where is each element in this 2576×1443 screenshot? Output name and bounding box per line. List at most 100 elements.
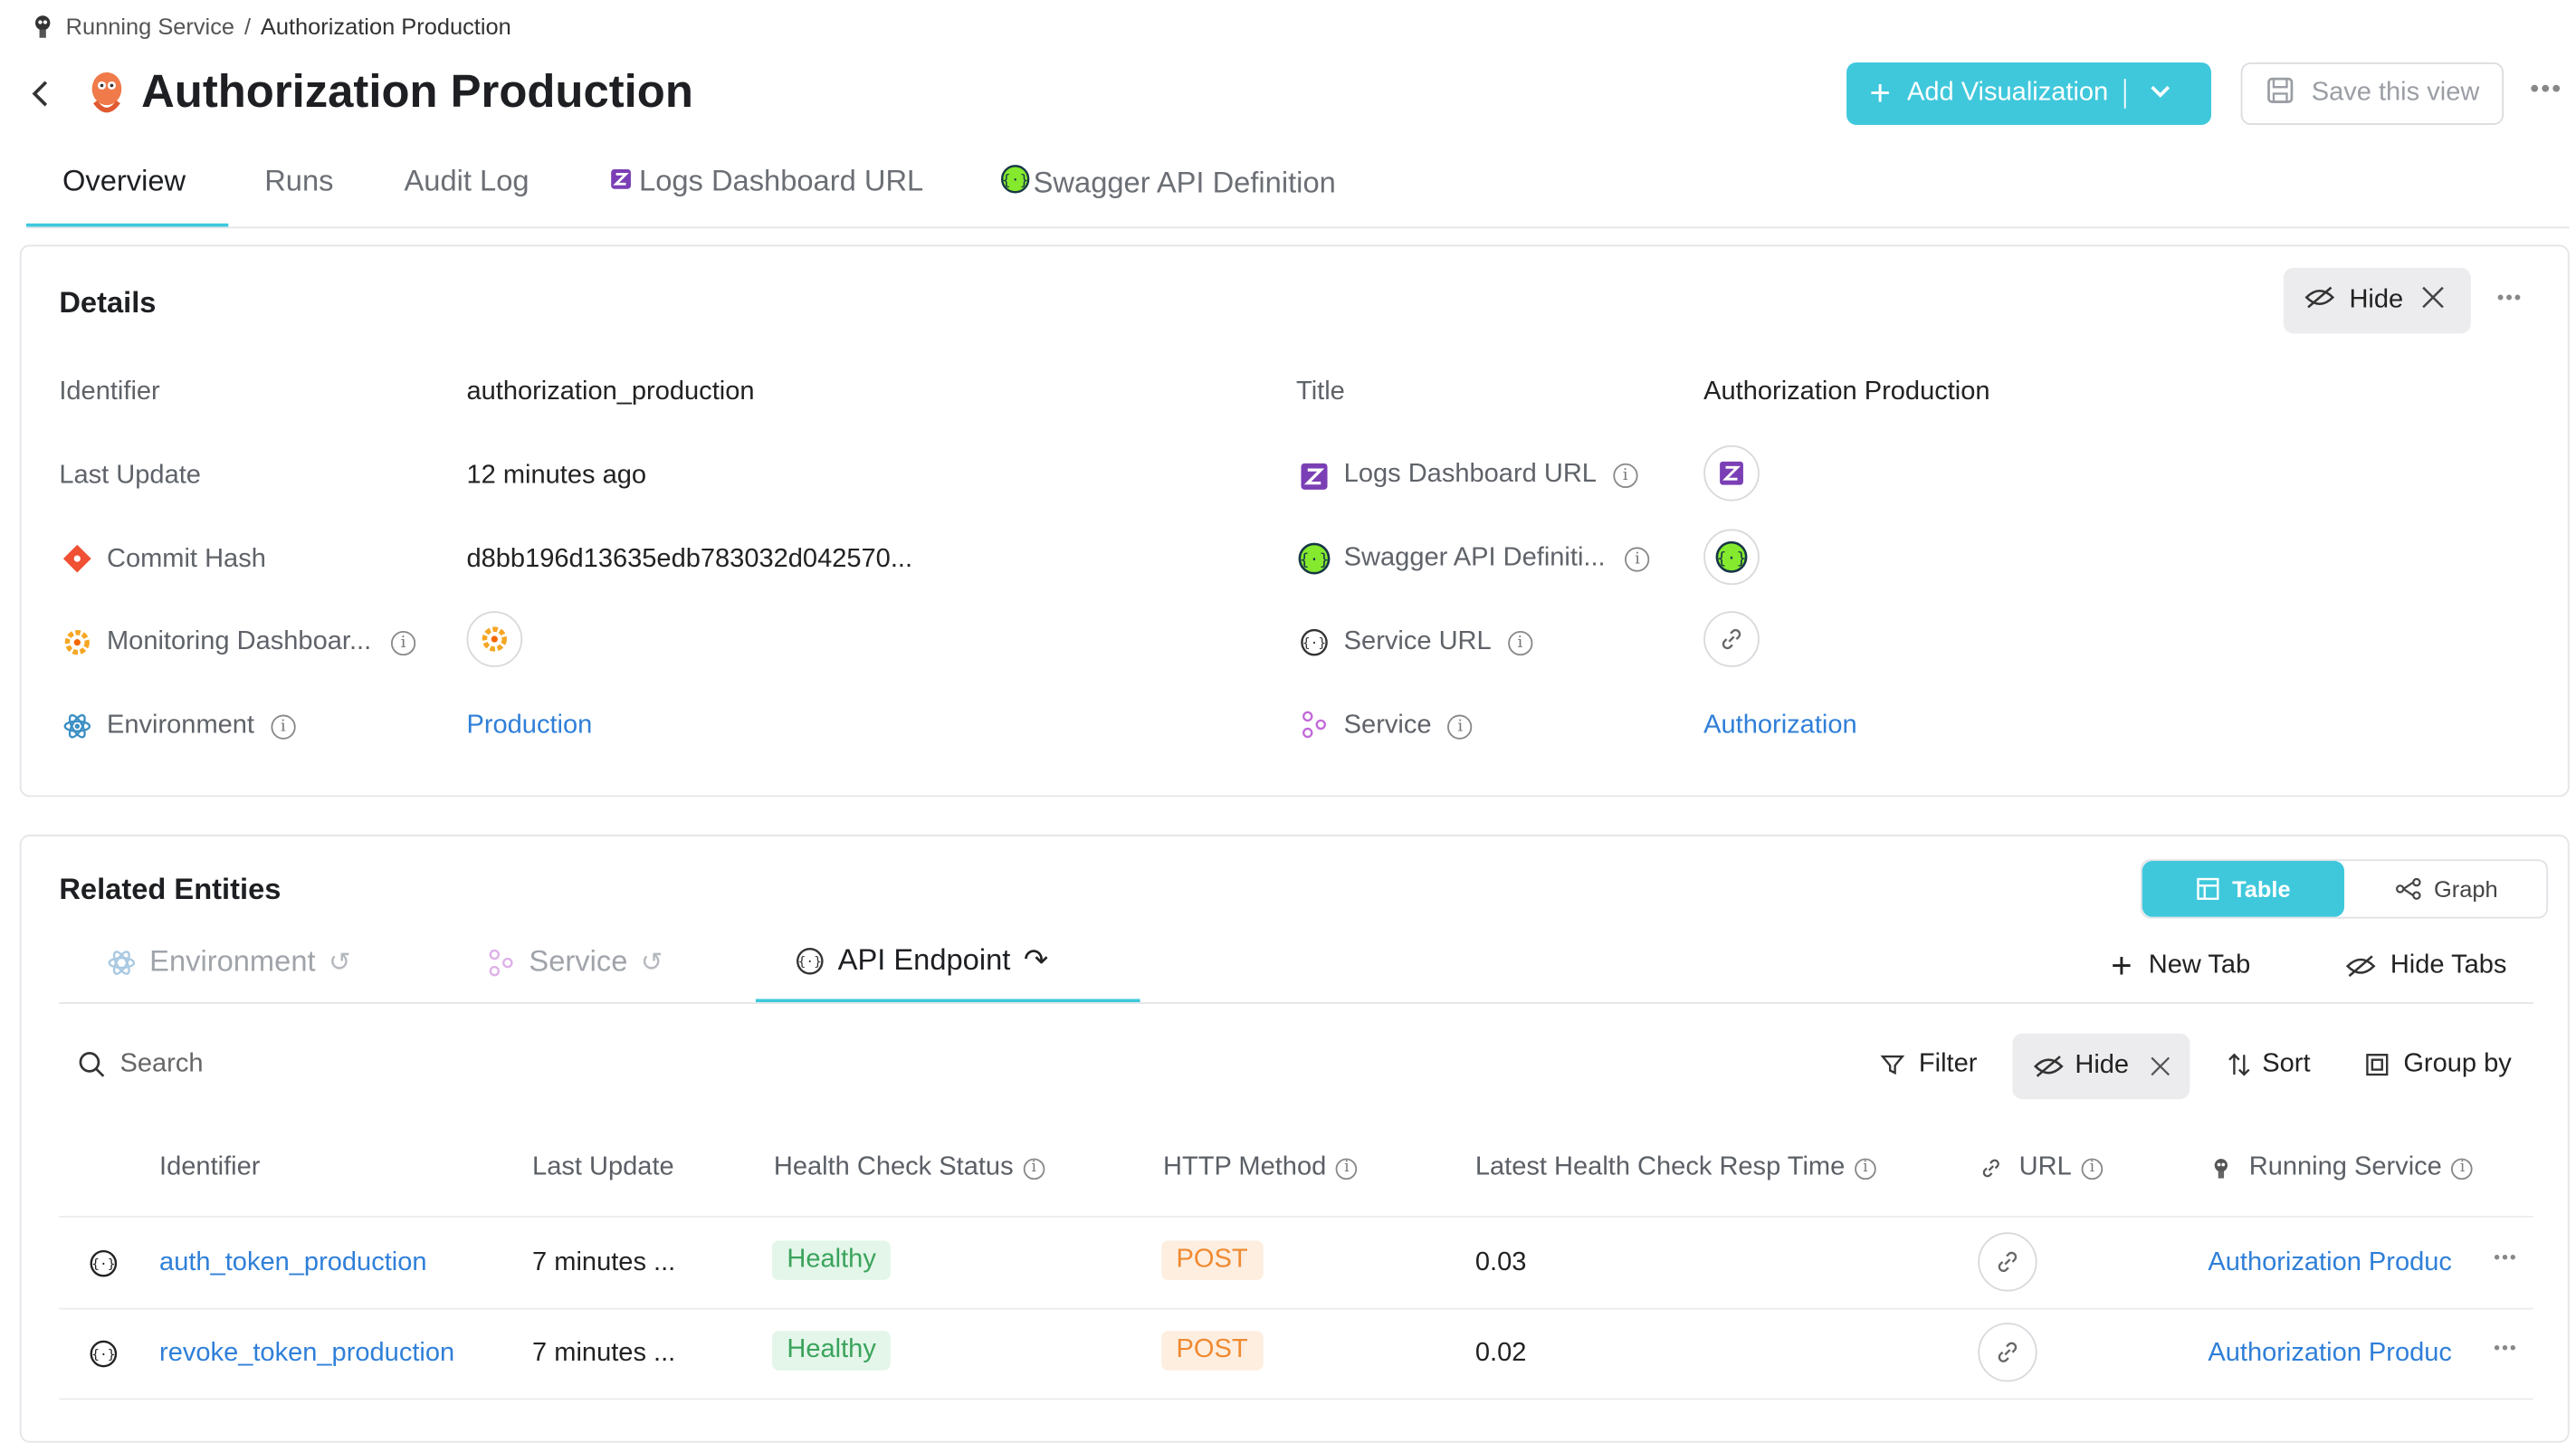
field-service-link[interactable]: Authorization <box>1703 712 1857 741</box>
git-icon <box>62 544 92 582</box>
environment-icon <box>108 950 136 974</box>
row-identifier-link[interactable]: auth_token_production <box>159 1248 426 1278</box>
close-icon[interactable] <box>2149 1055 2171 1077</box>
monitoring-dashboard-button[interactable] <box>466 611 523 667</box>
field-last-update-value: 12 minutes ago <box>466 462 647 490</box>
related-tabs-divider <box>59 1002 2533 1004</box>
swagger-button[interactable]: {·} <box>1703 529 1760 586</box>
chevron-down-icon[interactable] <box>2150 79 2172 109</box>
method-badge: POST <box>1161 1331 1263 1371</box>
col-running-service[interactable]: Running Service i <box>2209 1153 2474 1183</box>
tab-runs[interactable]: Runs <box>264 165 333 199</box>
tab-audit-log[interactable]: Audit Log <box>404 165 529 199</box>
swagger-icon: {·} <box>1000 165 1030 203</box>
link-icon <box>1998 1342 2018 1362</box>
info-icon[interactable]: i <box>1855 1157 1876 1180</box>
details-title: Details <box>59 285 157 320</box>
row-identifier-link[interactable]: revoke_token_production <box>159 1339 454 1369</box>
service-icon <box>489 948 513 976</box>
related-tab-api-endpoint[interactable]: {·} API Endpoint ↷ <box>795 943 1048 978</box>
info-icon[interactable]: i <box>1625 546 1650 571</box>
row-running-service-link[interactable]: Authorization Produc <box>2208 1248 2452 1278</box>
details-more-icon[interactable]: ••• <box>2497 286 2523 309</box>
save-view-button[interactable]: Save this view <box>2240 62 2504 125</box>
logs-dashboard-button[interactable] <box>1703 444 1760 502</box>
tab-logs-dashboard[interactable]: Logs Dashboard URL <box>609 165 923 199</box>
table-row[interactable] <box>59 1218 2533 1308</box>
col-http-method[interactable]: HTTP Method i <box>1163 1153 1358 1183</box>
page-more-icon[interactable]: ••• <box>2530 75 2562 105</box>
info-icon[interactable]: i <box>390 630 416 655</box>
info-icon[interactable]: i <box>1507 630 1533 655</box>
info-icon[interactable]: i <box>1447 713 1473 739</box>
entity-icon <box>85 69 128 127</box>
group-icon <box>2366 1054 2389 1076</box>
method-badge: POST <box>1161 1240 1263 1280</box>
info-icon[interactable]: i <box>2451 1157 2474 1180</box>
field-last-update-label: Last Update <box>59 462 201 490</box>
field-environment-link[interactable]: Production <box>466 712 592 741</box>
row-running-service-link[interactable]: Authorization Produc <box>2208 1339 2452 1369</box>
close-icon[interactable] <box>2419 283 2446 318</box>
tab-swagger[interactable]: {·} Swagger API Definition <box>1000 165 1336 203</box>
field-logs-label: Logs Dashboard URL i <box>1344 460 1638 490</box>
add-visualization-button[interactable]: + Add Visualization <box>1846 62 2211 125</box>
plus-icon: + <box>2111 944 2132 986</box>
related-tab-service[interactable]: Service ↺ <box>486 945 663 980</box>
col-resp-time[interactable]: Latest Health Check Resp Time i <box>1475 1153 1876 1183</box>
group-by-button[interactable]: Group by <box>2364 1050 2512 1080</box>
new-tab-button[interactable]: + New Tab <box>2111 944 2250 986</box>
col-identifier[interactable]: Identifier <box>159 1153 260 1183</box>
field-swagger-label: Swagger API Definiti... i <box>1344 544 1650 574</box>
redirect-icon: ↺ <box>329 949 351 978</box>
info-icon[interactable]: i <box>1023 1157 1045 1180</box>
sort-button[interactable]: Sort <box>2226 1050 2311 1080</box>
table-hide-button[interactable]: Hide <box>2012 1033 2190 1100</box>
hide-tabs-button[interactable]: Hide Tabs <box>2344 951 2506 981</box>
health-badge: Healthy <box>772 1240 892 1280</box>
filter-icon <box>1880 1055 1905 1075</box>
plus-icon: + <box>1869 72 1891 114</box>
row-more-icon[interactable]: ••• <box>2494 1248 2517 1268</box>
breadcrumb-parent[interactable]: Running Service <box>66 14 234 40</box>
search-input[interactable]: Search <box>119 1050 203 1080</box>
api-icon: {·} <box>797 947 824 974</box>
grafana-icon <box>482 626 507 652</box>
redirect-icon: ↺ <box>640 949 663 978</box>
view-graph-button[interactable]: Graph <box>2348 861 2545 917</box>
field-commit-hash-value: d8bb196d13635edb783032d042570... <box>466 545 913 574</box>
breadcrumb-current: Authorization Production <box>260 13 511 40</box>
service-url-button[interactable] <box>1703 611 1760 667</box>
row-url-button[interactable] <box>1978 1323 2037 1382</box>
page-title: Authorization Production <box>141 65 693 117</box>
back-button[interactable] <box>30 75 56 111</box>
view-table-button[interactable]: Table <box>2142 861 2345 917</box>
running-service-icon <box>30 14 56 40</box>
running-service-icon <box>2214 1159 2228 1179</box>
info-icon[interactable]: i <box>1336 1157 1358 1180</box>
info-icon[interactable]: i <box>2081 1157 2104 1180</box>
link-icon <box>1722 628 1741 650</box>
search-field[interactable]: Search <box>77 1050 204 1080</box>
redirect-icon: ↷ <box>1023 942 1049 977</box>
row-more-icon[interactable]: ••• <box>2494 1339 2517 1359</box>
col-last-update[interactable]: Last Update <box>532 1153 674 1183</box>
eye-off-icon <box>2304 283 2336 318</box>
filter-button[interactable]: Filter <box>1879 1050 1977 1080</box>
info-icon[interactable]: i <box>1613 462 1638 488</box>
search-icon <box>79 1052 105 1077</box>
row-resp-time: 0.02 <box>1474 1339 1527 1368</box>
eye-off-icon <box>2345 955 2376 978</box>
row-url-button[interactable] <box>1978 1232 2037 1292</box>
health-badge: Healthy <box>772 1331 892 1371</box>
col-url[interactable]: URL i <box>1980 1153 2104 1183</box>
tab-overview[interactable]: Overview <box>62 165 186 199</box>
swagger-icon: {·} <box>1298 542 1331 583</box>
field-commit-hash-label: Commit Hash <box>106 545 266 574</box>
related-tab-environment[interactable]: Environment ↺ <box>107 945 350 980</box>
details-hide-button[interactable]: Hide <box>2283 267 2471 334</box>
add-visualization-label: Add Visualization <box>1906 79 2109 107</box>
info-icon[interactable]: i <box>271 713 296 739</box>
col-health-check[interactable]: Health Check Status i <box>774 1153 1045 1183</box>
svg-text:{·}: {·} <box>1300 550 1330 569</box>
